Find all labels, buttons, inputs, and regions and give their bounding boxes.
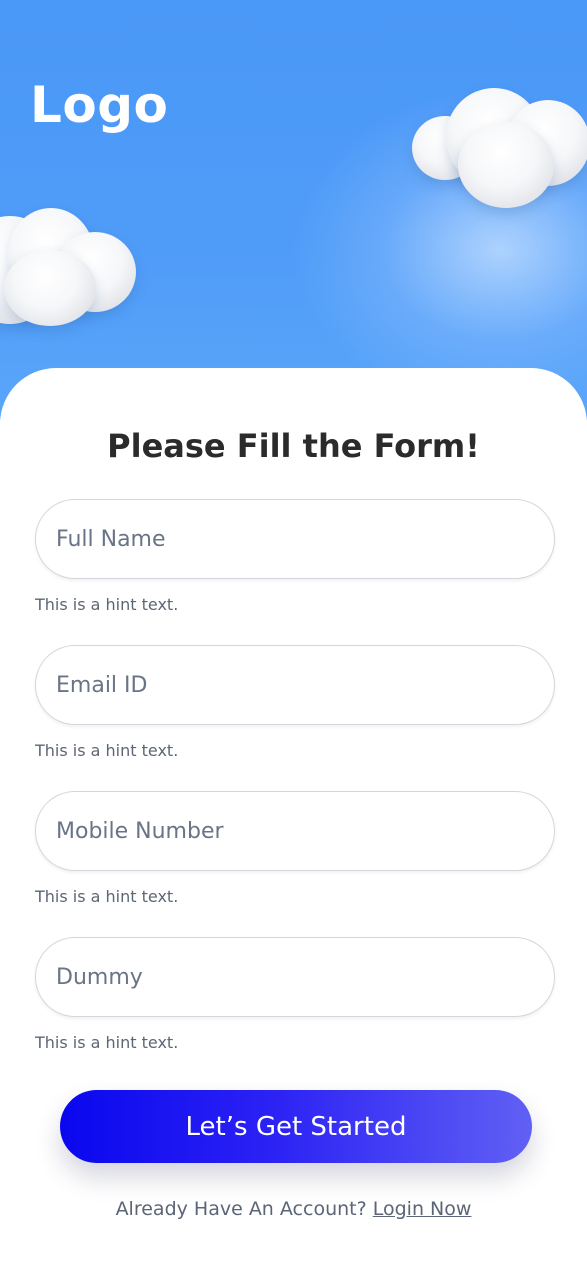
login-now-link[interactable]: Login Now [373,1198,472,1220]
dummy-field[interactable] [35,937,555,1017]
email-field[interactable] [35,645,555,725]
mobile-number-input[interactable] [56,792,526,870]
email-hint: This is a hint text. [35,741,179,760]
email-input[interactable] [56,646,526,724]
mobile-number-field[interactable] [35,791,555,871]
logo: Logo [30,76,169,134]
full-name-hint: This is a hint text. [35,595,179,614]
login-prompt-text: Already Have An Account? [115,1198,367,1220]
dummy-hint: This is a hint text. [35,1033,179,1052]
cloud-icon [410,86,587,210]
form-title: Please Fill the Form! [107,427,480,465]
full-name-field[interactable] [35,499,555,579]
mobile-number-hint: This is a hint text. [35,887,179,906]
hero-banner: Logo [0,0,587,420]
dummy-input[interactable] [56,938,526,1016]
cloud-icon [0,206,140,330]
login-prompt: Already Have An Account? Login Now [0,1196,587,1222]
get-started-button[interactable]: Let’s Get Started [60,1090,532,1163]
full-name-input[interactable] [56,500,526,578]
